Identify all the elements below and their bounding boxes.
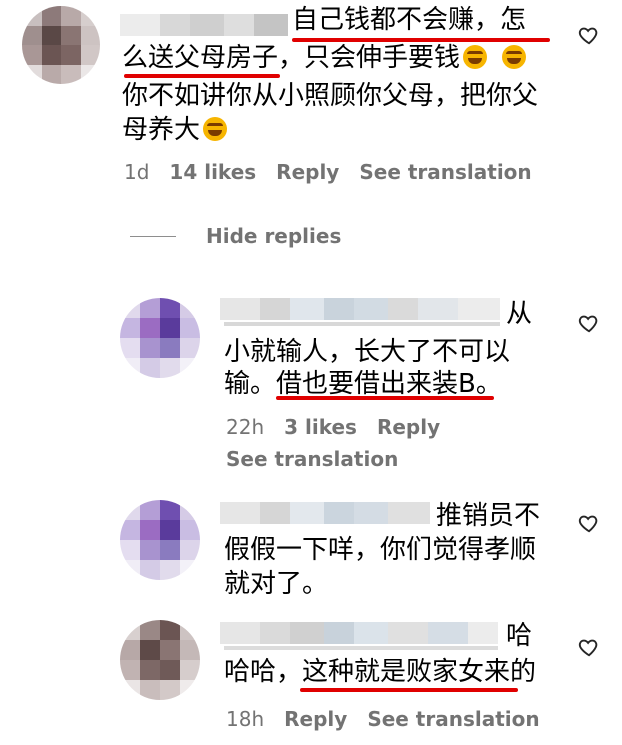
see-translation-button[interactable]: See translation xyxy=(367,704,539,734)
heart-outline-icon[interactable] xyxy=(578,512,600,534)
reply-button[interactable]: Reply xyxy=(284,704,347,734)
comment-line-1: 自己钱都不会赚，怎 xyxy=(292,5,527,35)
red-underline xyxy=(300,688,518,692)
timestamp: 1d xyxy=(124,160,150,184)
red-underline xyxy=(292,38,550,42)
reply-meta: 18h Reply See translation xyxy=(226,704,540,734)
comment-line-3: 你不如讲你从小照顾你父母，把你父 xyxy=(122,81,539,111)
username-blurred[interactable] xyxy=(220,298,500,320)
blur-underbar xyxy=(224,646,498,650)
avatar[interactable] xyxy=(120,620,200,700)
divider-line xyxy=(130,235,176,237)
reply-line-1: 哈 xyxy=(506,621,533,651)
reply-line-3: 就对了。 xyxy=(224,569,329,599)
see-translation-button[interactable]: See translation xyxy=(359,157,531,187)
reply-button[interactable]: Reply xyxy=(377,412,440,442)
reply-3: 哈 哈哈，这种就是败家女来的 18h Reply See translation xyxy=(0,616,622,745)
hide-replies-toggle[interactable]: Hide replies xyxy=(130,224,341,248)
blur-underbar xyxy=(224,322,500,326)
red-underline xyxy=(276,396,494,400)
reply-line-2: 假假一下咩，你们觉得孝顺 xyxy=(224,535,537,565)
rolling-on-floor-laughing-icon xyxy=(203,117,228,141)
reply-line-1: 推销员不 xyxy=(436,501,541,531)
avatar[interactable] xyxy=(120,500,200,580)
avatar[interactable] xyxy=(22,6,100,84)
comment-line-2: 么送父母房子，只会伸手要钱 xyxy=(122,40,529,76)
reply-line-1: 从 xyxy=(506,299,533,329)
comment-line-4-text: 母养大 xyxy=(122,115,201,145)
heart-outline-icon[interactable] xyxy=(578,312,600,334)
red-underline xyxy=(124,74,280,78)
heart-outline-icon[interactable] xyxy=(578,636,600,658)
rolling-on-floor-laughing-icon xyxy=(502,45,527,69)
reply-meta: 22h 3 likes Reply xyxy=(226,412,440,442)
username-blurred[interactable] xyxy=(220,502,430,524)
timestamp: 22h xyxy=(226,415,265,439)
heart-outline-icon[interactable] xyxy=(578,24,600,46)
reply-button[interactable]: Reply xyxy=(276,157,339,187)
see-translation-button[interactable]: See translation xyxy=(226,444,398,474)
hide-replies-label: Hide replies xyxy=(206,224,342,248)
username-blurred[interactable] xyxy=(220,622,498,644)
reply-2: 推销员不 假假一下咩，你们觉得孝顺 就对了。 xyxy=(0,492,622,607)
reply-line-2: 哈哈，这种就是败家女来的 xyxy=(224,657,537,687)
comment-meta: 1d 14 likes Reply See translation xyxy=(124,157,532,187)
likes-count[interactable]: 14 likes xyxy=(169,157,256,187)
reply-line-2: 小就输人，长大了不可以 xyxy=(224,337,511,367)
comment-1: 自己钱都不会赚，怎 么送父母房子，只会伸手要钱 你不如讲你从小照顾你父母，把你父… xyxy=(0,0,622,200)
timestamp: 18h xyxy=(226,707,265,731)
reply-meta-line-2: See translation xyxy=(226,444,398,474)
reply-1: 从 小就输人，长大了不可以 输。借也要借出来装B。 22h 3 likes Re… xyxy=(0,290,622,480)
likes-count[interactable]: 3 likes xyxy=(284,412,357,442)
comment-line-2-text: 么送父母房子，只会伸手要钱 xyxy=(122,43,461,73)
username-blurred[interactable] xyxy=(120,14,288,36)
comment-line-4: 母养大 xyxy=(122,112,230,148)
avatar[interactable] xyxy=(120,298,200,378)
rolling-on-floor-laughing-icon xyxy=(463,45,488,69)
